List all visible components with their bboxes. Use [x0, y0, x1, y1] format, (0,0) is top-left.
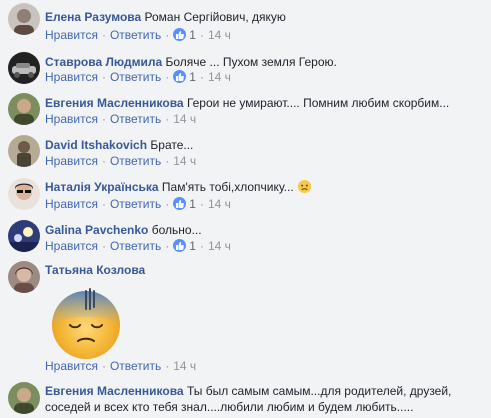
comment-actions: Нравится · Ответить · 14 ч: [45, 359, 197, 373]
comment-body: Ставрова Людмила Боляче ... Пухом земля …: [45, 54, 485, 70]
like-counter[interactable]: 1: [173, 69, 196, 85]
reply-button[interactable]: Ответить: [110, 239, 161, 253]
comment-text: Брате...: [150, 138, 194, 152]
comment-actions: Нравится · Ответить · 14 ч: [45, 112, 197, 126]
avatar[interactable]: [8, 93, 40, 125]
like-button[interactable]: Нравится: [45, 239, 98, 253]
comment-body: Наталія Українська Пам'ять тобі,хлопчику…: [45, 179, 485, 195]
comment-body: David Itshakovich Брате...: [45, 137, 485, 153]
comment-text: больно...: [151, 223, 202, 237]
comment-actions: Нравится · Ответить · 1 · 14 ч: [45, 196, 231, 212]
like-button[interactable]: Нравится: [45, 359, 98, 373]
like-button[interactable]: Нравится: [45, 112, 98, 126]
reply-button[interactable]: Ответить: [110, 359, 161, 373]
thumbs-up-icon: [173, 197, 187, 210]
comment-actions: Нравится · Ответить · 1 · 14 ч: [45, 69, 231, 85]
like-button[interactable]: Нравится: [45, 70, 98, 84]
reply-button[interactable]: Ответить: [110, 154, 161, 168]
timestamp[interactable]: 14 ч: [173, 359, 196, 373]
avatar[interactable]: [8, 135, 40, 167]
like-counter[interactable]: 1: [173, 27, 196, 43]
comment-text: Ты был самым самым...для родителей, друз…: [186, 384, 452, 398]
commenter-name[interactable]: Евгения Масленникова: [45, 384, 184, 398]
like-counter[interactable]: 1: [173, 238, 196, 254]
reply-button[interactable]: Ответить: [110, 112, 161, 126]
comment-body: Galina Pavchenko больно...: [45, 222, 485, 238]
commenter-name[interactable]: Galina Pavchenko: [45, 223, 148, 237]
like-button[interactable]: Нравится: [45, 154, 98, 168]
timestamp[interactable]: 14 ч: [208, 28, 231, 42]
avatar[interactable]: [8, 382, 40, 414]
comment-body: Евгения Масленникова Герои не умирают...…: [45, 95, 485, 111]
reply-button[interactable]: Ответить: [110, 70, 161, 84]
thumbs-up-icon: [173, 28, 187, 41]
comment-text: Пам'ять тобі,хлопчику...: [161, 180, 294, 194]
comment-body: Татьяна Козлова: [45, 262, 485, 278]
timestamp[interactable]: 14 ч: [173, 112, 196, 126]
timestamp[interactable]: 14 ч: [208, 239, 231, 253]
comment-body: Евгения Масленникова Ты был самым самым.…: [45, 383, 485, 399]
avatar[interactable]: [8, 261, 40, 293]
commenter-name[interactable]: Елена Разумова: [45, 10, 141, 24]
avatar[interactable]: [8, 3, 40, 35]
comment-body-continued: соседей и всех кто тебя знал....любили л…: [45, 399, 485, 415]
comment-actions: Нравится · Ответить · 1 · 14 ч: [45, 27, 231, 43]
timestamp[interactable]: 14 ч: [208, 70, 231, 84]
comment-text: Роман Сергійович, дякую: [144, 10, 286, 24]
comment-body: Елена Разумова Роман Сергійович, дякую: [45, 9, 485, 25]
like-button[interactable]: Нравится: [45, 197, 98, 211]
comment-text: Боляче ... Пухом земля Герою.: [165, 55, 337, 69]
avatar[interactable]: [8, 52, 40, 84]
like-counter[interactable]: 1: [173, 196, 196, 212]
timestamp[interactable]: 14 ч: [173, 154, 196, 168]
thumbs-up-icon: [173, 239, 187, 252]
like-button[interactable]: Нравится: [45, 28, 98, 42]
reply-button[interactable]: Ответить: [110, 197, 161, 211]
commenter-name[interactable]: Наталія Українська: [45, 180, 159, 194]
comment-text: соседей и всех кто тебя знал....любили л…: [45, 400, 414, 414]
avatar[interactable]: [8, 220, 40, 252]
reply-button[interactable]: Ответить: [110, 28, 161, 42]
commenter-name[interactable]: David Itshakovich: [45, 138, 147, 152]
commenter-name[interactable]: Татьяна Козлова: [45, 263, 145, 277]
comment-text: Герои не умирают.... Помним любим скорби…: [186, 96, 450, 110]
commenter-name[interactable]: Евгения Масленникова: [45, 96, 184, 110]
timestamp[interactable]: 14 ч: [208, 197, 231, 211]
comment-actions: Нравится · Ответить · 14 ч: [45, 154, 197, 168]
commenter-name[interactable]: Ставрова Людмила: [45, 55, 162, 69]
thumbs-up-icon: [173, 70, 187, 83]
sad-sweating-sticker[interactable]: [48, 285, 124, 361]
avatar[interactable]: [8, 178, 40, 210]
comment-actions: Нравится · Ответить · 1 · 14 ч: [45, 238, 231, 254]
sad-face-icon: [297, 179, 312, 194]
